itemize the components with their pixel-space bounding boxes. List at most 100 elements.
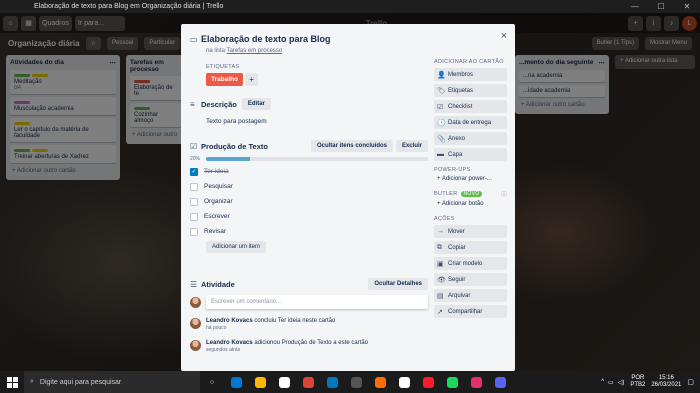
activity-time[interactable]: segundos atrás (206, 347, 368, 353)
action-2-button[interactable]: ▣ Criar modelo (434, 257, 507, 270)
checklist-item-text[interactable]: Escrever (204, 213, 230, 220)
windows-start-icon[interactable] (0, 371, 24, 393)
taskbar-app-icon[interactable] (440, 371, 464, 393)
maximize-button[interactable]: ☐ (648, 2, 674, 11)
add-to-card-5-button[interactable]: ▬ Capa (434, 148, 507, 161)
action-label: Seguir (448, 276, 466, 283)
add-to-card-2-button[interactable]: ☑ Checklist (434, 100, 507, 113)
hide-checked-button[interactable]: Ocultar itens concluídos (310, 140, 393, 152)
taskbar-app-icon[interactable] (296, 371, 320, 393)
progress-text: 20% (190, 156, 201, 162)
label-chip[interactable]: Trabalho (206, 73, 244, 86)
taskbar-app-icon[interactable] (248, 371, 272, 393)
hide-details-button[interactable]: Ocultar Detalhes (368, 278, 428, 290)
description-icon: ≡ (190, 99, 195, 109)
taskbar-app-icon[interactable] (392, 371, 416, 393)
taskbar-app-icon[interactable] (344, 371, 368, 393)
add-to-card-label: Etiquetas (448, 87, 474, 94)
minimize-button[interactable]: — (622, 2, 648, 11)
description-text[interactable]: Texto para postagem (190, 118, 430, 125)
checkbox[interactable] (190, 197, 198, 206)
avatar (190, 340, 201, 351)
action-3-button[interactable]: 👁 Seguir (434, 273, 507, 286)
activity-user[interactable]: Leandro Kovacs (206, 318, 253, 324)
taskbar-app-icon[interactable] (368, 371, 392, 393)
add-to-card-label: Anexo (448, 135, 466, 142)
app-icon-glyph (470, 376, 482, 388)
card-title-row: ▭ Elaboração de texto para Blog na lista … (190, 34, 331, 54)
add-button-button[interactable]: + Adicionar botão (434, 201, 507, 207)
taskbar-app-icon[interactable] (488, 371, 512, 393)
labels-header: ETIQUETAS (206, 64, 240, 70)
action-label: Criar modelo (448, 260, 483, 267)
add-to-card-1-button[interactable]: 🏷 Etiquetas (434, 84, 507, 97)
comment-input[interactable]: Escrever um comentário... (206, 295, 428, 309)
checklist-item-text[interactable]: Organizar (204, 198, 233, 205)
taskbar-app-icon[interactable] (464, 371, 488, 393)
checkbox[interactable]: ✓ (190, 167, 198, 176)
network-icon[interactable]: ▭ (608, 379, 614, 386)
checkbox[interactable] (190, 227, 198, 236)
info-icon[interactable]: ⓘ (501, 190, 507, 198)
checklist-item-text[interactable]: Revisar (204, 228, 226, 235)
clock[interactable]: 15:16 26/03/2021 (651, 375, 681, 389)
labels-section: ETIQUETAS Trabalho + (206, 64, 259, 86)
checkbox[interactable] (190, 182, 198, 191)
close-window-button[interactable]: ✕ (674, 2, 700, 11)
in-list-prefix: na lista (206, 48, 226, 54)
search-icon: ⌕ (30, 378, 34, 385)
cortana-icon[interactable]: ○ (200, 371, 224, 393)
action-1-button[interactable]: ⧉ Copiar (434, 241, 507, 254)
checklist-section: ☑ Produção de Texto Ocultar itens concluí… (190, 140, 428, 253)
tray-chevron-icon[interactable]: ^ (601, 379, 604, 385)
checklist-item-text[interactable]: Ter ideia (204, 168, 229, 175)
description-header: Descrição (201, 99, 237, 109)
avatar (190, 296, 201, 308)
add-item-button[interactable]: Adicionar um item (206, 241, 267, 253)
checkbox[interactable] (190, 212, 198, 221)
windows-taskbar: ⌕ Digite aqui para pesquisar ○ ^ ▭ ◁) POR… (0, 371, 700, 393)
activity-section: ☰ Atividade Ocultar Detalhes Escrever um … (190, 278, 428, 353)
add-to-card-3-button[interactable]: 🕓 Data de entrega (434, 116, 507, 129)
close-icon[interactable]: × (501, 30, 507, 42)
volume-icon[interactable]: ◁) (618, 379, 625, 386)
add-label-button[interactable]: + (245, 73, 259, 86)
activity-time[interactable]: há pouco (206, 325, 335, 331)
list-link[interactable]: Tarefas em processo (227, 48, 283, 54)
taskbar-app-icon[interactable] (320, 371, 344, 393)
checklist-item[interactable]: Escrever (190, 209, 428, 224)
checklist-header: Produção de Texto (201, 141, 268, 151)
delete-checklist-button[interactable]: Excluir (395, 140, 428, 152)
notification-center-icon[interactable]: ▢ (687, 378, 694, 386)
action-label: Copiar (448, 244, 466, 251)
action-5-button[interactable]: ↗ Compartilhar (434, 305, 507, 318)
card-title[interactable]: Elaboração de texto para Blog (201, 34, 331, 44)
activity-user[interactable]: Leandro Kovacs (206, 340, 253, 346)
action-0-button[interactable]: → Mover (434, 225, 507, 238)
checklist-item[interactable]: Revisar (190, 224, 428, 239)
taskbar-search-input[interactable]: ⌕ Digite aqui para pesquisar (24, 371, 200, 393)
action-label: Compartilhar (448, 308, 483, 315)
action-icon: ▣ (437, 260, 444, 268)
card-detail-modal: × ▭ Elaboração de texto para Blog na list… (181, 24, 515, 371)
taskbar-app-icon[interactable] (224, 371, 248, 393)
add-to-card-icon: 👤 (437, 71, 446, 79)
edit-description-button[interactable]: Editar (241, 98, 271, 110)
taskbar-app-icon[interactable] (272, 371, 296, 393)
add-to-card-label: Membros (448, 71, 474, 78)
add-powerup-button[interactable]: + Adicionar power-... (434, 176, 507, 182)
add-to-card-4-button[interactable]: 📎 Anexo (434, 132, 507, 145)
add-to-card-icon: 📎 (437, 135, 446, 143)
language-indicator[interactable]: POR PTB2 (630, 375, 645, 389)
checklist-item[interactable]: ✓ Ter ideia (190, 164, 428, 179)
checklist-item[interactable]: Organizar (190, 194, 428, 209)
window-titlebar: Elaboração de texto para Blog em Organiz… (0, 0, 700, 13)
activity-action: concluiu Ter ideia neste cartão (254, 318, 336, 324)
taskbar-app-icon[interactable] (416, 371, 440, 393)
add-to-card-label: Data de entrega (448, 119, 492, 126)
activity-item: Leandro Kovacs adicionou Produção de Tex… (190, 340, 428, 353)
checklist-item-text[interactable]: Pesquisar (204, 183, 233, 190)
add-to-card-0-button[interactable]: 👤 Membros (434, 68, 507, 81)
checklist-item[interactable]: Pesquisar (190, 179, 428, 194)
action-4-button[interactable]: ▤ Arquivar (434, 289, 507, 302)
